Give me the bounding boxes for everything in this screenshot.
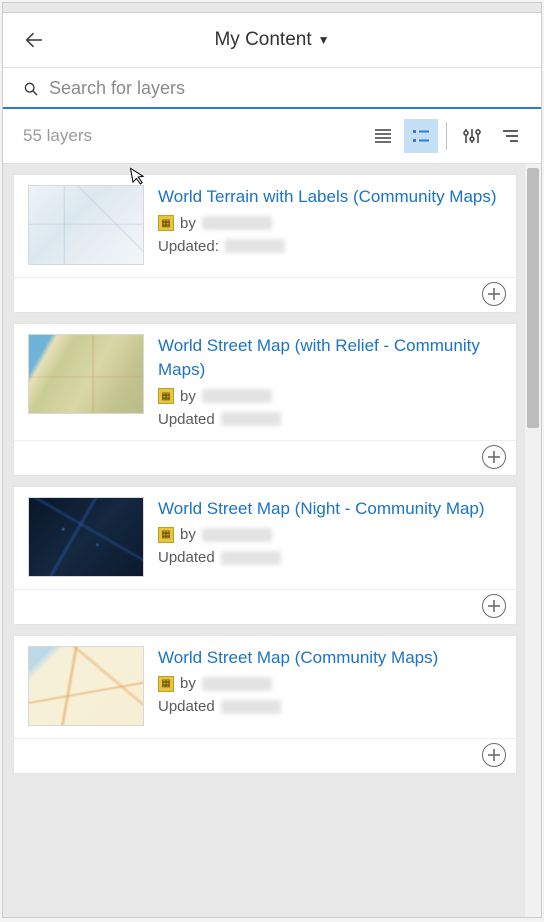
result-card: World Street Map (with Relief - Communit… (13, 323, 517, 476)
result-byline: ▦ by (158, 526, 502, 543)
updated-date (221, 412, 281, 426)
sort-icon (500, 127, 520, 145)
result-updated: Updated: (158, 238, 502, 255)
result-updated: Updated (158, 698, 502, 715)
item-type-icon: ▦ (158, 527, 174, 543)
results-toolbar: 55 layers (3, 109, 541, 164)
updated-label: Updated (158, 549, 215, 566)
result-updated: Updated (158, 549, 502, 566)
updated-label: Updated: (158, 238, 219, 255)
panel-header: My Content ▼ (3, 13, 541, 68)
result-title-link[interactable]: World Street Map (Night - Community Map) (158, 497, 502, 521)
result-byline: ▦ by (158, 388, 502, 405)
result-card: World Street Map (Community Maps) ▦ by Upda… (13, 635, 517, 774)
result-info: World Terrain with Labels (Community Map… (158, 185, 502, 265)
layer-browser-panel: My Content ▼ 55 layers (2, 2, 542, 918)
item-type-icon: ▦ (158, 215, 174, 231)
result-author[interactable] (202, 389, 272, 403)
result-info: World Street Map (Community Maps) ▦ by Upda… (158, 646, 502, 726)
sliders-icon (462, 126, 482, 146)
result-info: World Street Map (with Relief - Communit… (158, 334, 502, 428)
plus-icon (487, 748, 501, 762)
filter-button[interactable] (455, 119, 489, 153)
back-button[interactable] (23, 29, 45, 51)
updated-label: Updated (158, 411, 215, 428)
list-view-compact-button[interactable] (366, 119, 400, 153)
by-label: by (180, 526, 196, 543)
result-card: World Street Map (Night - Community Map)… (13, 486, 517, 625)
result-byline: ▦ by (158, 675, 502, 692)
panel-top-bar (3, 3, 541, 13)
list-compact-icon (373, 127, 393, 145)
item-type-icon: ▦ (158, 388, 174, 404)
scrollbar[interactable] (525, 164, 541, 917)
result-card-body: World Street Map (with Relief - Communit… (14, 324, 516, 440)
by-label: by (180, 675, 196, 692)
result-card: World Terrain with Labels (Community Map… (13, 174, 517, 313)
result-author[interactable] (202, 677, 272, 691)
arrow-left-icon (23, 29, 45, 51)
results-list[interactable]: World Terrain with Labels (Community Map… (3, 164, 525, 917)
updated-date (221, 551, 281, 565)
result-card-footer (14, 589, 516, 624)
result-thumbnail[interactable] (28, 497, 144, 577)
updated-date (221, 700, 281, 714)
results-count: 55 layers (23, 126, 92, 146)
scrollbar-thumb[interactable] (527, 168, 539, 428)
result-byline: ▦ by (158, 215, 502, 232)
list-detailed-icon (411, 127, 431, 145)
content-scope-label: My Content (214, 29, 311, 51)
result-info: World Street Map (Night - Community Map)… (158, 497, 502, 577)
plus-icon (487, 599, 501, 613)
by-label: by (180, 215, 196, 232)
result-card-footer (14, 738, 516, 773)
result-card-body: World Terrain with Labels (Community Map… (14, 175, 516, 277)
add-layer-button[interactable] (482, 445, 506, 469)
add-layer-button[interactable] (482, 743, 506, 767)
result-thumbnail[interactable] (28, 185, 144, 265)
add-layer-button[interactable] (482, 282, 506, 306)
result-thumbnail[interactable] (28, 646, 144, 726)
plus-icon (487, 450, 501, 464)
result-thumbnail[interactable] (28, 334, 144, 414)
add-layer-button[interactable] (482, 594, 506, 618)
search-icon (23, 81, 39, 97)
updated-date (225, 239, 285, 253)
results-area: World Terrain with Labels (Community Map… (3, 164, 541, 917)
toolbar-divider (446, 122, 447, 150)
list-view-detailed-button[interactable] (404, 119, 438, 153)
updated-label: Updated (158, 698, 215, 715)
result-card-body: World Street Map (Night - Community Map)… (14, 487, 516, 589)
search-bar (3, 68, 541, 109)
sort-button[interactable] (493, 119, 527, 153)
result-title-link[interactable]: World Street Map (with Relief - Communit… (158, 334, 502, 382)
by-label: by (180, 388, 196, 405)
chevron-down-icon: ▼ (318, 33, 330, 47)
result-author[interactable] (202, 216, 272, 230)
result-card-footer (14, 440, 516, 475)
result-title-link[interactable]: World Terrain with Labels (Community Map… (158, 185, 502, 209)
search-input[interactable] (49, 78, 521, 99)
result-updated: Updated (158, 411, 502, 428)
plus-icon (487, 287, 501, 301)
result-card-footer (14, 277, 516, 312)
result-title-link[interactable]: World Street Map (Community Maps) (158, 646, 502, 670)
item-type-icon: ▦ (158, 676, 174, 692)
content-scope-dropdown[interactable]: My Content ▼ (214, 29, 329, 51)
result-card-body: World Street Map (Community Maps) ▦ by Upda… (14, 636, 516, 738)
result-author[interactable] (202, 528, 272, 542)
